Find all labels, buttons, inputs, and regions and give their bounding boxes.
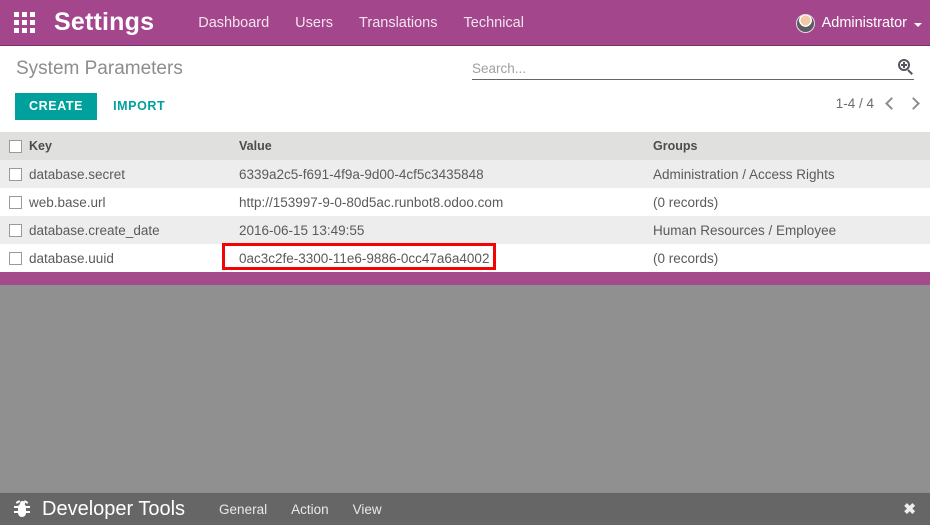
page-title: System Parameters <box>16 58 183 79</box>
action-buttons: CREATE IMPORT <box>15 93 171 120</box>
cell-groups: Administration / Access Rights <box>653 166 835 182</box>
cell-value: 0ac3c2fe-3300-11e6-9886-0cc47a6a4002 <box>239 250 490 266</box>
checkbox-unchecked[interactable] <box>9 224 22 238</box>
checkbox-unchecked[interactable] <box>9 168 22 182</box>
column-header-groups[interactable]: Groups <box>653 132 930 160</box>
column-header-value[interactable]: Value <box>239 132 653 160</box>
table-row[interactable]: database.secret 6339a2c5-f691-4f9a-9d00-… <box>0 160 930 188</box>
search-input[interactable] <box>472 61 898 76</box>
cell-value: 2016-06-15 13:49:55 <box>239 222 365 238</box>
page-background <box>0 285 930 492</box>
create-button[interactable]: CREATE <box>15 93 98 120</box>
nav-item-dashboard[interactable]: Dashboard <box>198 15 269 31</box>
nav-item-users[interactable]: Users <box>295 15 333 31</box>
list-view: Key Value Groups database.secret 6339a2c… <box>0 132 930 272</box>
cell-key: database.secret <box>29 166 126 182</box>
import-button[interactable]: IMPORT <box>107 93 171 120</box>
table-row[interactable]: database.uuid 0ac3c2fe-3300-11e6-9886-0c… <box>0 244 930 272</box>
pager: 1-4 / 4 <box>836 96 920 111</box>
navbar-menu: Dashboard Users Translations Technical <box>198 15 524 31</box>
chevron-left-icon[interactable] <box>885 97 898 110</box>
dev-menu-general[interactable]: General <box>219 502 267 517</box>
table-row[interactable]: database.create_date 2016-06-15 13:49:55… <box>0 216 930 244</box>
control-panel: System Parameters CREATE IMPORT 1-4 / 4 <box>0 46 930 132</box>
table-body: database.secret 6339a2c5-f691-4f9a-9d00-… <box>0 160 930 272</box>
top-navbar: Settings Dashboard Users Translations Te… <box>0 0 930 46</box>
cell-groups: (0 records) <box>653 194 719 210</box>
list-bottom-strip <box>0 272 930 285</box>
cell-groups: (0 records) <box>653 250 719 266</box>
chevron-down-icon <box>914 22 922 27</box>
pager-count[interactable]: 1-4 / 4 <box>836 96 874 111</box>
dev-menu-action[interactable]: Action <box>291 502 329 517</box>
table-header-row: Key Value Groups <box>0 132 930 160</box>
apps-grid-icon <box>13 12 35 33</box>
user-name-label: Administrator <box>821 15 907 31</box>
checkbox-unchecked[interactable] <box>9 252 22 266</box>
bug-icon <box>14 500 30 518</box>
developer-tools-bar: Developer Tools General Action View ✖ <box>0 492 930 525</box>
system-parameters-table: Key Value Groups database.secret 6339a2c… <box>0 132 930 272</box>
cell-key: database.uuid <box>29 250 114 266</box>
developer-tools-title[interactable]: Developer Tools <box>42 498 185 521</box>
close-icon[interactable]: ✖ <box>903 502 916 517</box>
select-all-cell <box>0 132 29 160</box>
table-row[interactable]: web.base.url http://153997-9-0-80d5ac.ru… <box>0 188 930 216</box>
checkbox-unchecked[interactable] <box>9 140 22 154</box>
apps-menu-button[interactable] <box>0 0 48 46</box>
chevron-right-icon[interactable] <box>907 97 920 110</box>
row-checkbox-cell <box>0 188 29 216</box>
nav-item-technical[interactable]: Technical <box>464 15 524 31</box>
odoo-settings-page: Settings Dashboard Users Translations Te… <box>0 0 930 525</box>
table-head: Key Value Groups <box>0 132 930 160</box>
search-view <box>472 59 914 80</box>
user-menu[interactable]: Administrator <box>795 0 922 46</box>
row-checkbox-cell <box>0 244 29 272</box>
cell-key: database.create_date <box>29 222 160 238</box>
cell-groups: Human Resources / Employee <box>653 222 837 238</box>
cell-key: web.base.url <box>29 194 106 210</box>
developer-tools-menu: General Action View <box>219 502 382 517</box>
nav-item-translations[interactable]: Translations <box>359 15 437 31</box>
column-header-key[interactable]: Key <box>29 132 239 160</box>
search-zoom-in-icon[interactable] <box>898 59 914 75</box>
checkbox-unchecked[interactable] <box>9 196 22 210</box>
avatar <box>795 13 815 33</box>
brand-title[interactable]: Settings <box>54 8 154 37</box>
dev-menu-view[interactable]: View <box>353 502 382 517</box>
cell-value: http://153997-9-0-80d5ac.runbot8.odoo.co… <box>239 194 504 210</box>
row-checkbox-cell <box>0 160 29 188</box>
cell-value: 6339a2c5-f691-4f9a-9d00-4cf5c3435848 <box>239 166 484 182</box>
row-checkbox-cell <box>0 216 29 244</box>
